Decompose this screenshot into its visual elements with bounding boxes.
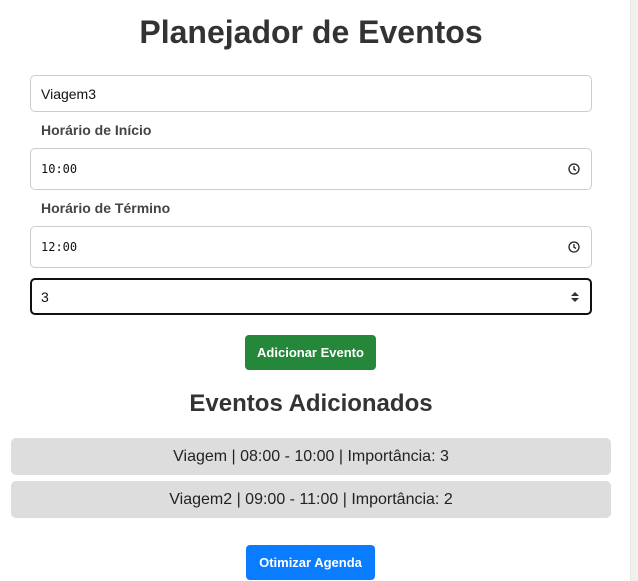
add-event-button[interactable]: Adicionar Evento — [245, 335, 376, 370]
spinner-icon[interactable] — [569, 290, 581, 304]
start-time-label: Horário de Início — [41, 122, 152, 138]
event-name-input[interactable]: Viagem3 — [30, 75, 592, 112]
importance-value: 3 — [41, 288, 49, 305]
start-time-value: 10:00 — [41, 162, 78, 176]
clock-icon[interactable] — [567, 240, 581, 254]
importance-input[interactable]: 3 — [30, 278, 592, 315]
event-item: Viagem2 | 09:00 - 11:00 | Importância: 2 — [11, 481, 611, 518]
start-time-input[interactable]: 10:00 — [30, 148, 592, 190]
page-scrollbar[interactable] — [630, 0, 638, 581]
end-time-label: Horário de Término — [41, 200, 171, 216]
page-title: Planejador de Eventos — [139, 14, 483, 50]
event-item: Viagem | 08:00 - 10:00 | Importância: 3 — [11, 438, 611, 475]
end-time-input[interactable]: 12:00 — [30, 226, 592, 268]
optimize-schedule-button[interactable]: Otimizar Agenda — [246, 545, 375, 580]
end-time-value: 12:00 — [41, 240, 78, 254]
clock-icon[interactable] — [567, 162, 581, 176]
event-name-value: Viagem3 — [41, 85, 97, 102]
events-title: Eventos Adicionados — [189, 390, 433, 417]
